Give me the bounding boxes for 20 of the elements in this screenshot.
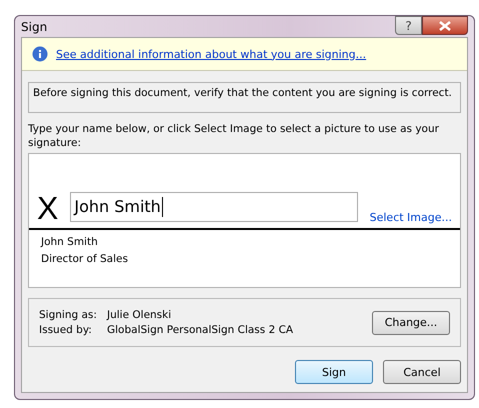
field-value: Julie Olenski: [107, 309, 172, 321]
signer-text: Director of Sales: [40, 252, 129, 267]
close-button[interactable]: [422, 16, 468, 35]
dialog-button[interactable]: Cancel: [383, 360, 461, 384]
select-image-link[interactable]: Select Image...: [370, 211, 452, 224]
info-icon: [32, 46, 48, 62]
signer-text: John Smith: [40, 235, 99, 250]
window-title: Sign: [21, 20, 48, 34]
signature-input[interactable]: John Smith: [70, 192, 358, 222]
instruction-text: Type your name below, or click Select Image to select a picture to use as your signature:: [28, 122, 440, 150]
change-button[interactable]: Change...: [372, 310, 450, 334]
field-label: Signing as:: [39, 309, 98, 321]
info-link[interactable]: See additional information about what you are signing...: [56, 48, 366, 60]
field-value: GlobalSign PersonalSign Class 2 CA: [107, 324, 294, 336]
field-label: Issued by:: [39, 324, 93, 336]
close-icon: [439, 20, 451, 30]
signature-mark: X: [37, 192, 58, 224]
statement-text: Before signing this document, verify that the content you are signing is correct.: [28, 82, 461, 113]
dialog-button[interactable]: Sign: [295, 360, 373, 384]
help-button[interactable]: ?: [395, 16, 422, 35]
